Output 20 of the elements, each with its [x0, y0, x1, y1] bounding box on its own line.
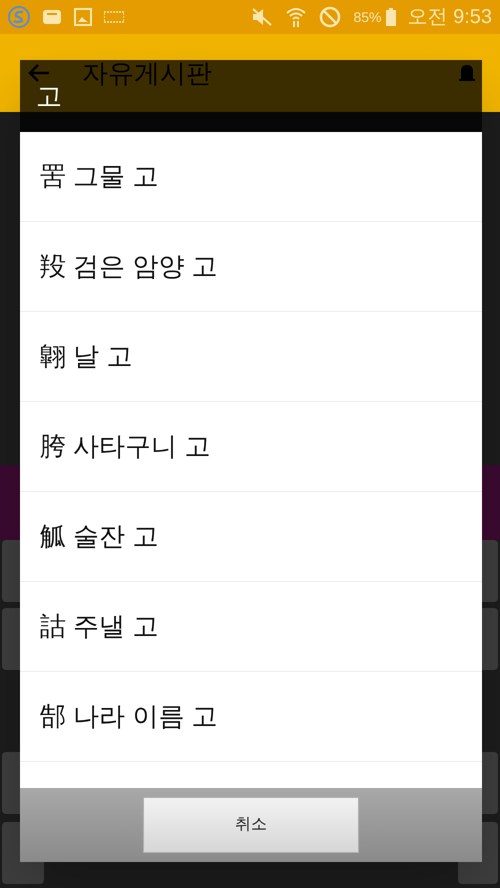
list-item[interactable]: 胯 사타구니 고 [20, 402, 482, 492]
app-title: 자유게시판 [82, 56, 213, 90]
list-item[interactable]: 郜 나라 이름 고 [20, 672, 482, 762]
sync-icon [8, 6, 30, 28]
keyboard-icon [104, 11, 124, 23]
list-item[interactable]: 翺 날 고 [20, 312, 482, 402]
battery-percent: 85% [353, 8, 382, 26]
dialog-title: 고 [36, 80, 62, 113]
inbox-icon [42, 8, 62, 26]
wifi-icon [285, 6, 308, 28]
battery-icon [386, 8, 396, 26]
list-item[interactable]: 觚 술잔 고 [20, 492, 482, 582]
list-item[interactable]: 詁 주낼 고 [20, 582, 482, 672]
mute-icon [251, 7, 274, 27]
clock: 오전 9:53 [408, 5, 492, 30]
cancel-button[interactable]: 취소 [143, 797, 359, 853]
blocked-icon [319, 6, 342, 28]
image-icon [74, 8, 92, 26]
list-item[interactable]: 罟 그물 고 [20, 132, 482, 222]
list-item[interactable]: 羖 검은 암양 고 [20, 222, 482, 312]
